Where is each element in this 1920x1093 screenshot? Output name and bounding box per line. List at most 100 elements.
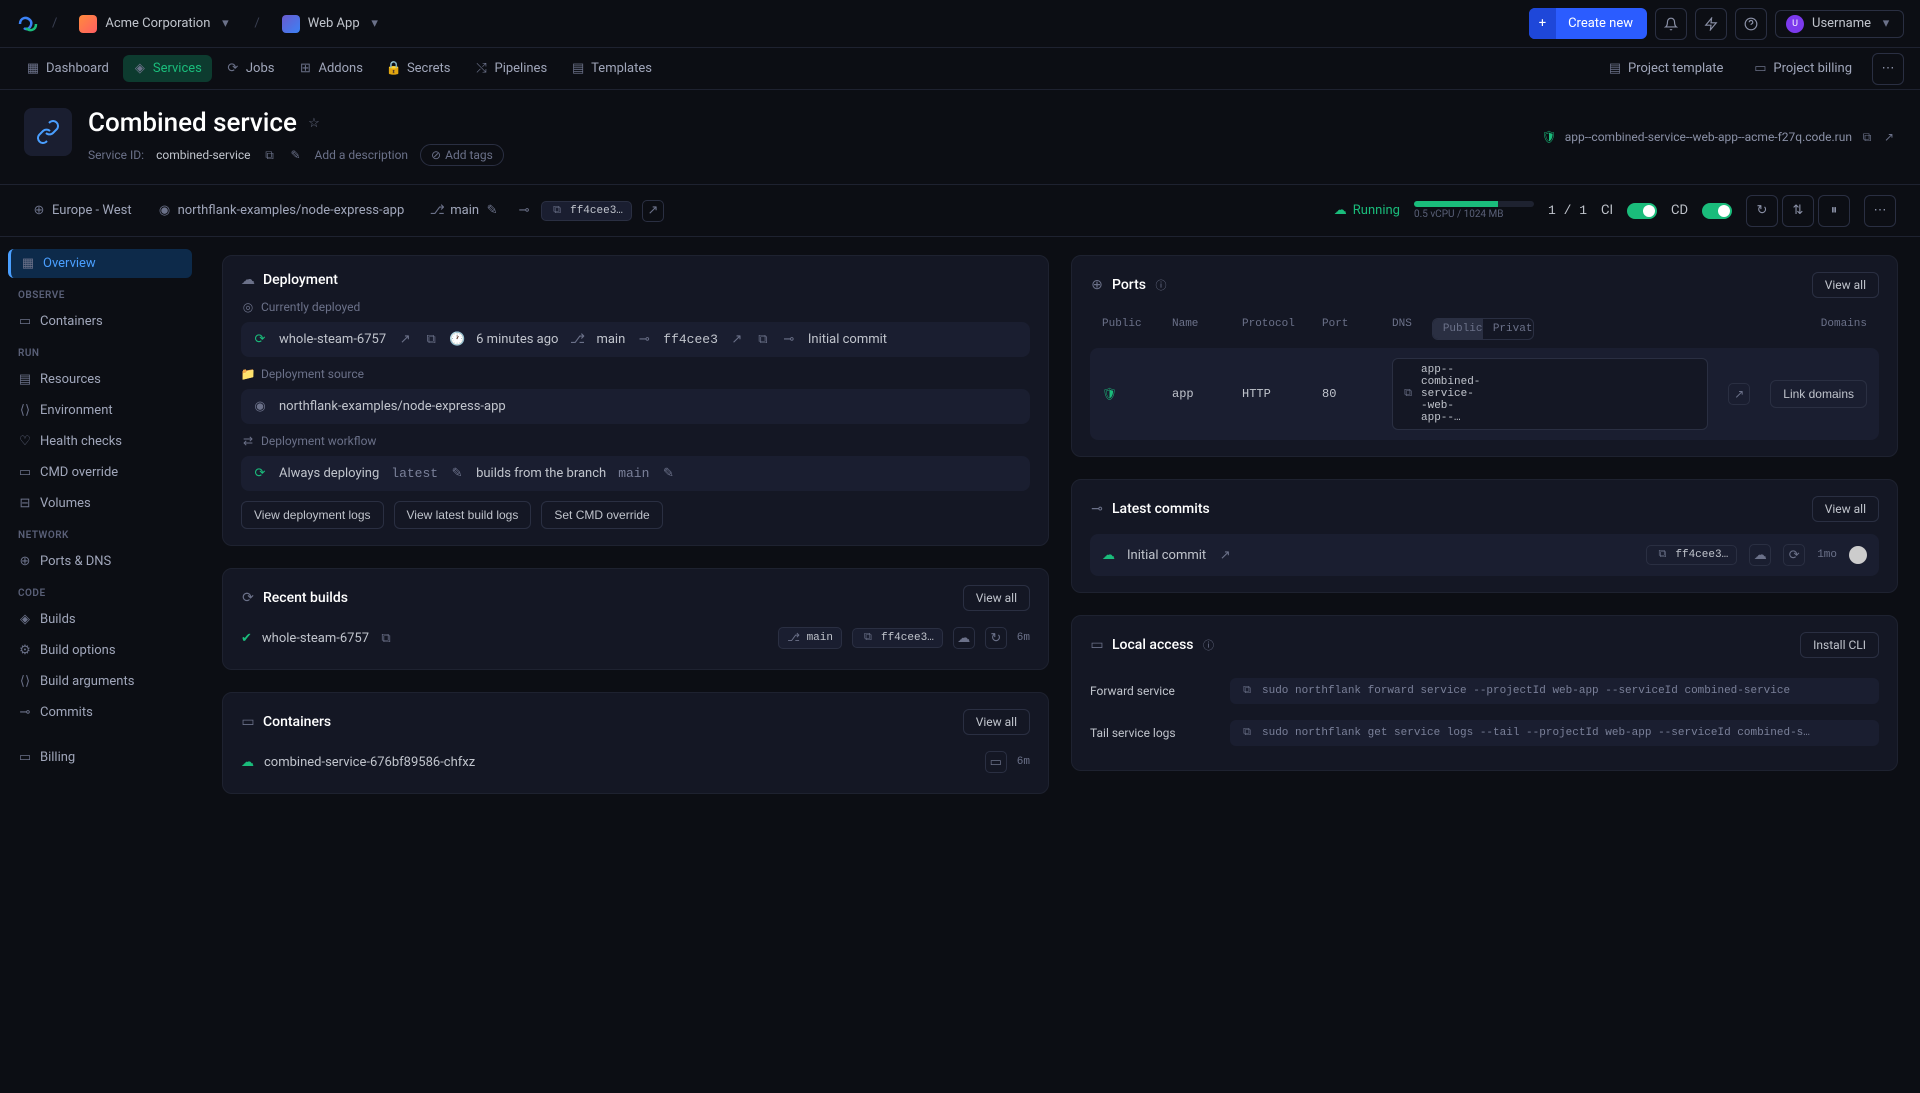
workflow-label: ⇄Deployment workflow <box>241 434 1030 448</box>
build-name[interactable]: whole-steam-6757 <box>262 631 369 646</box>
view-all-builds-button[interactable]: View all <box>963 585 1030 611</box>
container-time: 6m <box>1017 756 1030 768</box>
breadcrumb-sep: / <box>52 16 57 31</box>
avatar: U <box>1786 15 1804 33</box>
view-all-containers-button[interactable]: View all <box>963 709 1030 735</box>
restart-button[interactable]: ↻ <box>1746 195 1778 227</box>
help-icon[interactable]: ⓘ <box>1154 277 1168 293</box>
external-link-icon[interactable]: ↗ <box>398 332 412 347</box>
build-icon[interactable]: ⟳ <box>1783 544 1805 566</box>
copy-icon[interactable]: ⧉ <box>1240 685 1254 697</box>
sidebar-cmd[interactable]: ▭CMD override <box>8 458 192 487</box>
sidebar-ports[interactable]: ⊕Ports & DNS <box>8 547 192 576</box>
desc-placeholder[interactable]: Add a description <box>315 148 409 162</box>
cloud-icon[interactable]: ☁ <box>953 627 975 649</box>
external-link-icon[interactable]: ↗ <box>642 200 664 222</box>
terminal-icon[interactable]: ▭ <box>985 751 1007 773</box>
hash-chip[interactable]: ⧉ff4cee3… <box>852 628 943 648</box>
edit-icon[interactable]: ✎ <box>289 148 303 162</box>
copy-icon[interactable]: ⧉ <box>424 332 438 347</box>
repo-chip[interactable]: ◉northflank-examples/node-express-app <box>150 199 413 222</box>
scale-button[interactable]: ⇅ <box>1782 195 1814 227</box>
project-billing-button[interactable]: ▭Project billing <box>1743 55 1862 82</box>
help-icon[interactable]: ⓘ <box>1201 637 1215 653</box>
nav-dashboard[interactable]: ▦Dashboard <box>16 55 119 82</box>
activity-button[interactable] <box>1695 8 1727 40</box>
add-tags-button[interactable]: ⊘Add tags <box>420 144 504 166</box>
edit-icon[interactable]: ✎ <box>485 203 499 218</box>
install-cli-button[interactable]: Install CLI <box>1800 632 1879 658</box>
copy-icon[interactable]: ⧉ <box>756 332 770 347</box>
rebuild-icon[interactable]: ↻ <box>985 627 1007 649</box>
dns-toggle[interactable]: PublicPrivate <box>1432 318 1534 340</box>
notifications-button[interactable] <box>1655 8 1687 40</box>
nav-jobs[interactable]: ⟳Jobs <box>216 55 285 82</box>
view-build-logs-button[interactable]: View latest build logs <box>394 501 532 529</box>
build-name[interactable]: whole-steam-6757 <box>279 332 386 347</box>
sidebar-containers[interactable]: ▭Containers <box>8 307 192 336</box>
nav-addons[interactable]: ⊞Addons <box>288 55 372 82</box>
nav-pipelines[interactable]: ⤭Pipelines <box>465 55 558 82</box>
nav-services[interactable]: ◈Services <box>123 55 212 82</box>
sidebar-buildopts[interactable]: ⚙Build options <box>8 636 192 665</box>
external-link-icon[interactable]: ↗ <box>1218 548 1232 563</box>
sidebar-commits[interactable]: ⊸Commits <box>8 698 192 727</box>
external-link-icon[interactable]: ↗ <box>1882 130 1896 144</box>
sidebar-buildargs[interactable]: ⟨⟩Build arguments <box>8 667 192 696</box>
org-selector[interactable]: Acme Corporation ▾ <box>69 11 242 37</box>
branch-chip[interactable]: ⎇main✎ <box>422 199 507 222</box>
create-new-button[interactable]: + Create new <box>1529 8 1647 39</box>
cloud-icon[interactable]: ☁ <box>1749 544 1771 566</box>
app-icon <box>282 15 300 33</box>
sidebar-volumes[interactable]: ⊟Volumes <box>8 489 192 518</box>
pause-button[interactable]: ⏸ <box>1818 195 1850 227</box>
sidebar-resources[interactable]: ▤Resources <box>8 365 192 394</box>
dashboard-icon: ▦ <box>26 61 40 76</box>
copy-icon[interactable]: ⧉ <box>1401 388 1415 400</box>
nav-secrets[interactable]: 🔒Secrets <box>377 55 461 82</box>
copy-icon[interactable]: ⧉ <box>1240 727 1254 739</box>
view-all-ports-button[interactable]: View all <box>1812 272 1879 298</box>
source-label: 📁Deployment source <box>241 367 1030 381</box>
set-cmd-override-button[interactable]: Set CMD override <box>541 501 662 529</box>
more-button[interactable]: ⋯ <box>1872 53 1904 85</box>
folder-icon: 📁 <box>241 367 255 381</box>
view-deployment-logs-button[interactable]: View deployment logs <box>241 501 384 529</box>
commit-icon: ⊸ <box>637 332 651 347</box>
commit-hash[interactable]: ⧉ff4cee3… <box>541 201 632 221</box>
source-row[interactable]: ◉ northflank-examples/node-express-app <box>241 389 1030 424</box>
user-menu[interactable]: U Username ▾ <box>1775 10 1904 38</box>
edit-icon[interactable]: ✎ <box>450 466 464 481</box>
view-all-commits-button[interactable]: View all <box>1812 496 1879 522</box>
logo[interactable] <box>16 12 40 36</box>
cd-toggle[interactable] <box>1702 203 1732 219</box>
sidebar-health[interactable]: ♡Health checks <box>8 427 192 456</box>
template-icon: ▤ <box>1608 61 1622 76</box>
link-domains-button[interactable]: Link domains <box>1770 380 1867 408</box>
app-selector[interactable]: Web App ▾ <box>272 11 392 37</box>
chevron-down-icon: ▾ <box>368 16 382 31</box>
edit-icon[interactable]: ✎ <box>661 466 675 481</box>
star-icon[interactable]: ☆ <box>307 116 321 131</box>
copy-icon[interactable]: ⧉ <box>379 631 393 646</box>
copy-icon[interactable]: ⧉ <box>263 148 277 163</box>
external-link-icon[interactable]: ↗ <box>1728 383 1750 405</box>
container-name[interactable]: combined-service-676bf89586-chfxz <box>264 755 475 770</box>
commit-hash[interactable]: ⧉ff4cee3… <box>1646 545 1737 565</box>
sidebar-builds[interactable]: ◈Builds <box>8 605 192 634</box>
org-name: Acme Corporation <box>105 16 210 31</box>
help-button[interactable] <box>1735 8 1767 40</box>
more-actions-button[interactable]: ⋯ <box>1864 195 1896 227</box>
globe-icon: ⊕ <box>1090 277 1104 293</box>
sidebar-environment[interactable]: ⟨⟩Environment <box>8 396 192 425</box>
copy-icon[interactable]: ⧉ <box>1860 130 1874 145</box>
ci-toggle[interactable] <box>1627 203 1657 219</box>
commit-msg[interactable]: Initial commit <box>1127 548 1206 563</box>
sidebar-billing[interactable]: ▭Billing <box>8 743 192 772</box>
external-link-icon[interactable]: ↗ <box>730 332 744 347</box>
service-icon <box>24 108 72 156</box>
nav-templates[interactable]: ▤Templates <box>561 55 662 82</box>
sidebar-overview[interactable]: ▦Overview <box>8 249 192 278</box>
forward-label: Forward service <box>1090 684 1220 698</box>
project-template-button[interactable]: ▤Project template <box>1598 55 1733 82</box>
